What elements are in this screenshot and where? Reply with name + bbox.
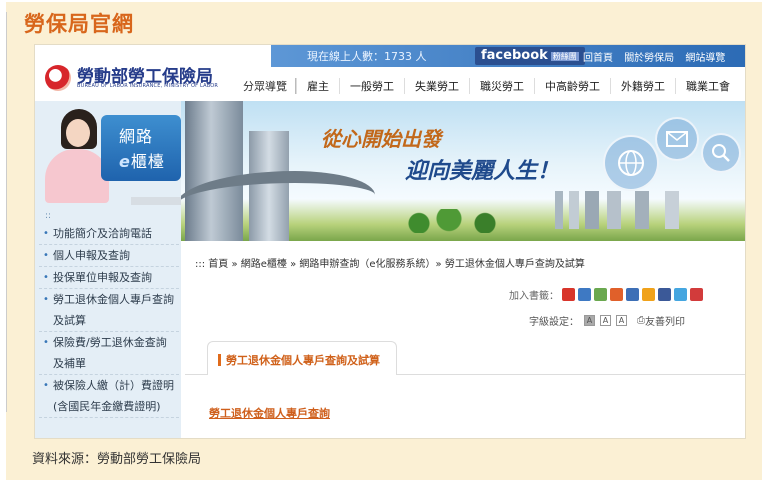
search-icon [701,133,741,173]
banner-skyline-image [555,191,695,229]
e-counter-title-2: e櫃檯 [119,148,165,172]
bookmark-bar: 加入書籤： [509,287,703,302]
twitter-share-icon[interactable] [674,288,687,301]
plurk-share-icon[interactable] [690,288,703,301]
sidebar-item-premium-query-line2: 及補單 [53,357,86,370]
facebook-share-icon[interactable] [658,288,671,301]
nav-item-unemployed-worker[interactable]: 失業勞工 [404,78,469,94]
font-size-setting: 字級設定： A A A ⎙ 友善列印 [529,313,685,328]
sidebar-item-pension-account[interactable]: 勞工退休金個人專戶查詢及試算 [39,289,179,332]
globe-icon [603,135,659,191]
share-icon-5[interactable] [626,288,639,301]
font-size-label: 字級設定： [529,317,579,328]
agent-face [66,119,90,147]
e-counter-title-1: 網路 [119,127,154,146]
share-icon-2[interactable] [578,288,591,301]
e-letter: e [119,152,131,171]
tab-pension-query[interactable]: 勞工退休金個人專戶查詢及試算 [207,341,397,375]
breadcrumb[interactable]: ::: 首頁 » 網路e櫃檯 » 網路申辦查詢（e化服務系統）» 勞工退休金個人… [195,255,585,270]
service-agent-photo [39,107,109,203]
share-icon-1[interactable] [562,288,575,301]
bookmark-label: 加入書籤： [509,291,559,302]
font-size-large-button[interactable]: A [616,315,627,326]
sidebar-item-function-intro[interactable]: 功能簡介及洽詢電話 [39,223,179,245]
website-screenshot: 現在線上人數：1733 人 facebook 粉絲團 回首頁 關於勞保局 網站導覽… [34,44,746,439]
pension-account-query-link[interactable]: 勞工退休金個人專戶查詢 [209,405,330,421]
sidebar-item-payment-certificate[interactable]: 被保險人繳（計）費證明 (含國民年金繳費證明) [39,375,179,418]
e-counter-sidebar: 網路 e櫃檯 :: 功能簡介及洽詢電話 個人申報及查詢 投保單位申報及查詢 勞工… [35,101,181,438]
top-link-about[interactable]: 關於勞保局 [624,53,674,64]
facebook-fan-button[interactable]: facebook 粉絲團 [475,47,585,65]
figure-frame: 勞保局官網 現在線上人數：1733 人 facebook 粉絲團 回首頁 關於勞保… [6,2,762,480]
nav-item-foreign-worker[interactable]: 外籍勞工 [610,78,675,94]
main-nav: 分眾導覽 雇主 一般勞工 失業勞工 職災勞工 中高齡勞工 外籍勞工 職業工會 [235,75,740,97]
bureau-logo-icon[interactable] [45,65,71,91]
mail-icon [655,117,699,161]
share-icon-4[interactable] [610,288,623,301]
top-link-sitemap[interactable]: 網站導覽 [685,53,725,64]
friendly-print-link[interactable]: 友善列印 [645,313,685,328]
page-heading: 勞保局官網 [24,12,134,36]
sidebar-item-payment-certificate-line2: (含國民年金繳費證明) [53,400,161,413]
nav-item-senior-worker[interactable]: 中高齡勞工 [534,78,610,94]
sidebar-item-employer-report[interactable]: 投保單位申報及查詢 [39,267,179,289]
source-caption: 資料來源：勞動部勞工保險局 [32,452,202,467]
font-size-medium-button[interactable]: A [600,315,611,326]
top-link-home[interactable]: 回首頁 [583,53,613,64]
keyboard-image [131,197,181,205]
agent-body [45,149,109,203]
banner-slogan-1: 從心開始出發 [321,127,441,151]
facebook-label: facebook [481,48,548,63]
sidebar-item-premium-query-line1: 保險費/勞工退休金查詢 [53,336,167,349]
menu-dots: :: [45,211,52,221]
online-count: 現在線上人數：1733 人 [307,50,427,63]
banner-slogan-2: 迎向美麗人生！ [405,158,560,184]
font-size-small-button[interactable]: A [584,315,595,326]
nav-item-employer[interactable]: 雇主 [296,78,339,94]
sidebar-item-pension-account-line1: 勞工退休金個人專戶查詢 [53,293,174,306]
logo-subtitle: BUREAU OF LABOR INSURANCE, MINISTRY OF L… [77,83,219,89]
sidebar-menu: :: 功能簡介及洽詢電話 個人申報及查詢 投保單位申報及查詢 勞工退休金個人專戶… [39,211,179,418]
nav-item-general-worker[interactable]: 一般勞工 [339,78,404,94]
tab-accent-bar [218,354,221,366]
share-icon-6[interactable] [642,288,655,301]
main-content: ::: 首頁 » 網路e櫃檯 » 網路申辦查詢（e化服務系統）» 勞工退休金個人… [185,241,745,438]
sidebar-item-premium-query[interactable]: 保險費/勞工退休金查詢及補單 [39,332,179,375]
nav-item-trade-union[interactable]: 職業工會 [675,78,740,94]
sidebar-item-personal-report[interactable]: 個人申報及查詢 [39,245,179,267]
tab-title: 勞工退休金個人專戶查詢及試算 [226,354,380,367]
sidebar-item-payment-certificate-line1: 被保險人繳（計）費證明 [53,379,174,392]
printer-icon[interactable]: ⎙ [637,315,645,326]
margin-rule [6,12,12,412]
facebook-tag: 粉絲團 [550,52,579,61]
sidebar-item-pension-account-line2: 及試算 [53,314,86,327]
banner-trees-image [395,209,515,233]
share-icon-3[interactable] [594,288,607,301]
e-counter-word: 櫃檯 [130,152,165,171]
top-links: 回首頁 關於勞保局 網站導覽 [583,49,733,64]
nav-item-injured-worker[interactable]: 職災勞工 [469,78,534,94]
nav-audience-guide[interactable]: 分眾導覽 [235,78,296,94]
